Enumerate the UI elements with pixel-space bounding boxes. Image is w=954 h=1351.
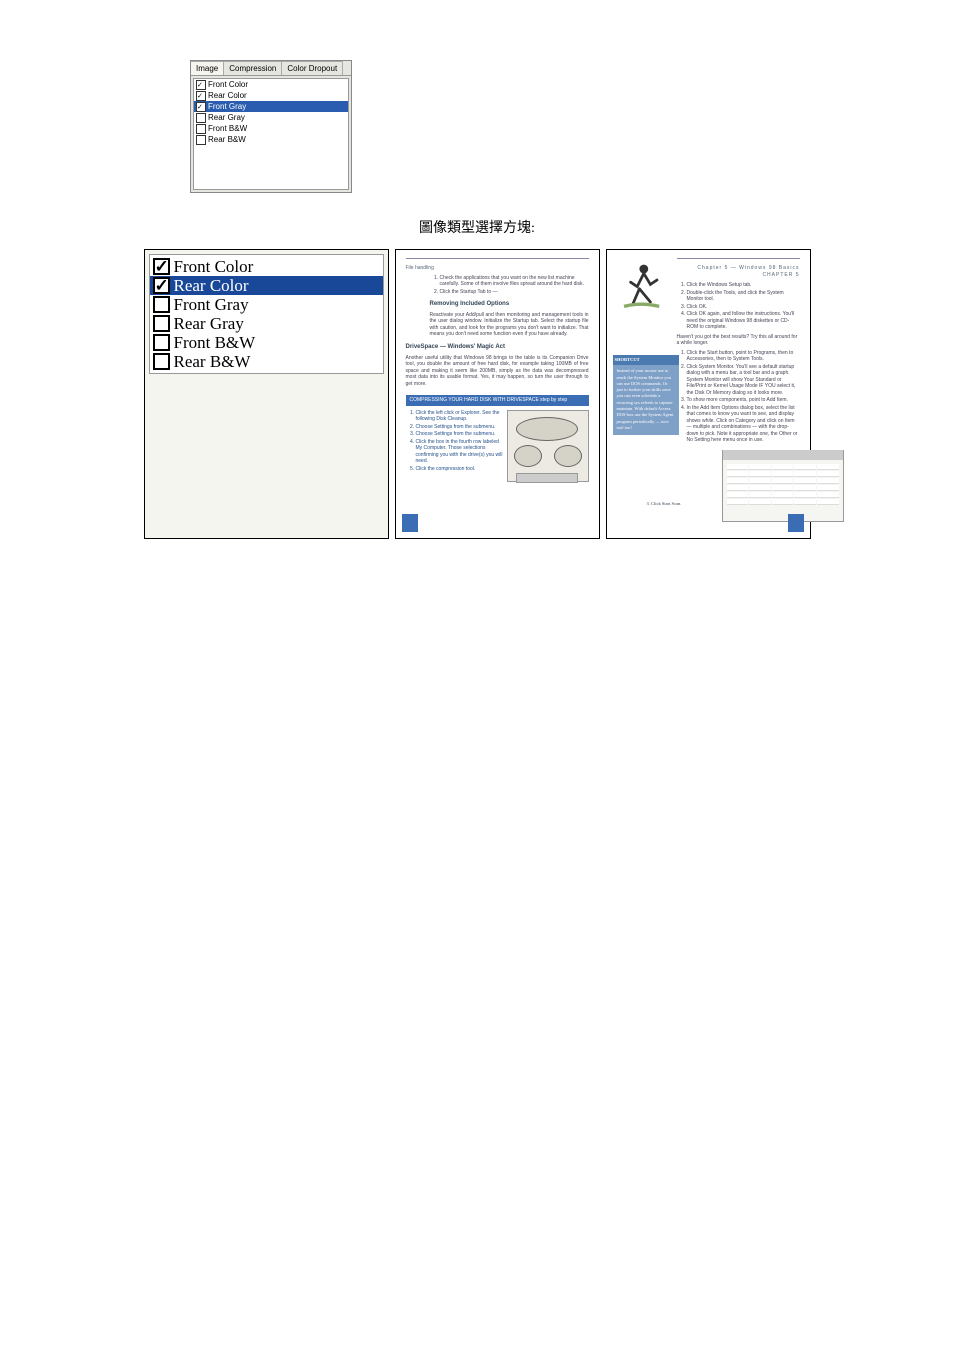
drive-illustration xyxy=(507,410,589,482)
list-item-label: Rear Gray xyxy=(174,314,244,333)
list-item[interactable]: Rear Color xyxy=(150,276,383,295)
section-heading: Removing Included Options xyxy=(430,301,589,309)
list-item-label: Front Color xyxy=(208,79,248,90)
step-text: Click the Startup Tab to — xyxy=(440,289,589,296)
section-heading: DriveSpace — Windows' Magic Act xyxy=(406,344,589,352)
list-item[interactable]: Front Gray xyxy=(194,101,348,112)
checkbox-icon[interactable] xyxy=(153,315,170,332)
list-item[interactable]: Rear Color xyxy=(194,90,348,101)
tab-compression[interactable]: Compression xyxy=(224,61,282,75)
step-list-mid: Click the Start button, point to Program… xyxy=(687,350,800,444)
list-item[interactable]: Front Color xyxy=(194,79,348,90)
step-text: Choose Settings from the submenu. xyxy=(416,431,503,438)
image-selection-small: Image Compression Color Dropout Front Co… xyxy=(190,60,894,193)
list-item[interactable]: Rear B&W xyxy=(194,134,348,145)
checkbox-icon[interactable] xyxy=(196,80,206,90)
list-item-label: Rear B&W xyxy=(174,352,251,371)
blue-header-bar: COMPRESSING YOUR HARD DISK WITH DRIVESPA… xyxy=(406,395,589,406)
list-item[interactable]: Rear B&W xyxy=(150,352,383,371)
list-item[interactable]: Front Color xyxy=(150,257,383,276)
body-text: Another useful utility that Windows 98 b… xyxy=(406,355,589,388)
checkbox-icon[interactable] xyxy=(196,113,206,123)
page-number-box xyxy=(788,514,804,532)
list-item[interactable]: Rear Gray xyxy=(194,112,348,123)
titlebar xyxy=(723,450,843,460)
step-text: Choose Settings from the submenu. xyxy=(416,424,503,431)
checkbox-icon[interactable] xyxy=(153,296,170,313)
shortcut-sidebar: SHORTCUT Instead of your mouse use to re… xyxy=(613,355,679,435)
step-list-top: Click the Windows Setup tab. Double-clic… xyxy=(687,282,800,331)
list-item[interactable]: Rear Gray xyxy=(150,314,383,333)
checkbox-icon[interactable] xyxy=(153,334,170,351)
tab-color-dropout[interactable]: Color Dropout xyxy=(282,61,343,75)
list-item-label: Front Gray xyxy=(208,101,246,112)
step-text: Click the Start button, point to Program… xyxy=(687,350,800,363)
step-text: Check the applications that you want on … xyxy=(440,275,589,288)
list-item-label: Rear Gray xyxy=(208,112,245,123)
list-item-label: Front B&W xyxy=(208,123,247,134)
body-text: Reactivate your Add/pull and then monito… xyxy=(430,312,589,338)
dialog-small: Image Compression Color Dropout Front Co… xyxy=(190,60,352,193)
step-text: Click the left click or Explorer. See th… xyxy=(416,410,503,423)
step-text: Double-click the Tools, and click the Sy… xyxy=(687,290,800,303)
image-type-list-large[interactable]: Front Color Rear Color Front Gray Rear G… xyxy=(149,254,384,374)
tab-image[interactable]: Image xyxy=(191,61,224,75)
checkbox-icon[interactable] xyxy=(196,124,206,134)
checkbox-icon[interactable] xyxy=(153,353,170,370)
system-monitor-window xyxy=(722,450,844,522)
step-text: Click OK. xyxy=(687,304,800,311)
list-item[interactable]: Front B&W xyxy=(194,123,348,134)
runner-icon xyxy=(613,258,668,313)
running-man-illustration xyxy=(613,258,668,318)
list-item-label: Rear Color xyxy=(208,90,247,101)
image-type-list-small[interactable]: Front Color Rear Color Front Gray Rear G… xyxy=(193,78,349,190)
checkbox-icon[interactable] xyxy=(196,135,206,145)
panel-sample-page-left: File handling Check the applications tha… xyxy=(395,249,600,539)
figure-caption: 圖像類型選擇方塊: xyxy=(60,217,894,237)
step-text: Click the box in the fourth row labeled … xyxy=(416,439,503,465)
bottom-step: 3. Click Start Scan. xyxy=(647,501,800,506)
breadcrumb: File handling xyxy=(406,265,589,272)
caption-label xyxy=(516,473,578,483)
checkbox-icon[interactable] xyxy=(196,102,206,112)
list-item-label: Front Gray xyxy=(174,295,249,314)
doc-body: File handling Check the applications tha… xyxy=(396,250,599,490)
checkbox-icon[interactable] xyxy=(196,91,206,101)
panel-image-selection-large: Front Color Rear Color Front Gray Rear G… xyxy=(144,249,389,539)
panel-sample-page-right: SHORTCUT Instead of your mouse use to re… xyxy=(606,249,811,539)
list-item-label: Front Color xyxy=(174,257,254,276)
step-text: To show more components, point to Add It… xyxy=(687,397,800,404)
intro-steps: Check the applications that you want on … xyxy=(440,275,589,296)
list-item-label: Rear B&W xyxy=(208,134,246,145)
step-text: Click OK again, and follow the instructi… xyxy=(687,311,800,331)
sidebar-body: Instead of your mouse use to reach the S… xyxy=(617,368,674,430)
sidebar-heading: SHORTCUT xyxy=(613,355,679,365)
step-text: Click the Windows Setup tab. xyxy=(687,282,800,289)
list-item[interactable]: Front Gray xyxy=(150,295,383,314)
chapter-label: Chapter 5 — Windows 98 Basics CHAPTER 5 xyxy=(677,265,800,278)
list-item-label: Rear Color xyxy=(174,276,249,295)
step-text: In the Add Item Options dialog box, sele… xyxy=(687,405,800,444)
checkbox-icon[interactable] xyxy=(153,258,170,275)
checkbox-icon[interactable] xyxy=(153,277,170,294)
hint-text: Haven't you got the best results? Try th… xyxy=(677,334,800,347)
lower-panels: Front Color Rear Color Front Gray Rear G… xyxy=(60,249,894,539)
tab-row: Image Compression Color Dropout xyxy=(191,61,351,76)
step-list: Click the left click or Explorer. See th… xyxy=(416,410,503,479)
list-item[interactable]: Front B&W xyxy=(150,333,383,352)
page-number-box xyxy=(402,514,418,532)
step-text: Click System Monitor. You'll see a defau… xyxy=(687,364,800,397)
list-item-label: Front B&W xyxy=(174,333,256,352)
step-text: Click the compression tool. xyxy=(416,466,503,473)
